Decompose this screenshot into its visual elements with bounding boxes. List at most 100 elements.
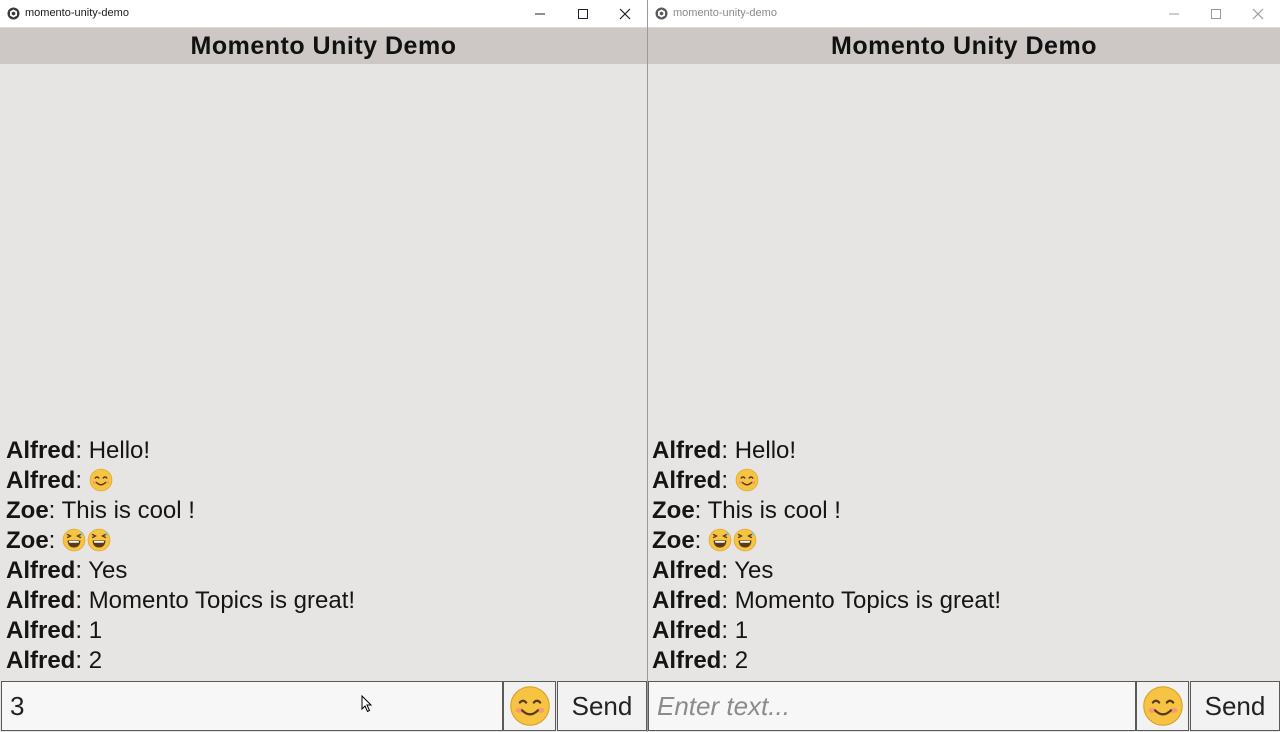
grinning-sweat-face-icon bbox=[87, 528, 111, 552]
smiling-face-icon bbox=[89, 468, 112, 492]
message-author: Zoe bbox=[6, 497, 49, 524]
close-icon bbox=[1252, 8, 1264, 20]
page-title: Momento Unity Demo bbox=[190, 31, 457, 60]
message-text: Momento Topics is great! bbox=[88, 587, 356, 614]
message-author: Alfred bbox=[652, 647, 722, 674]
app-window-left: momento-unity-demo Momento Unity Demo Al… bbox=[0, 0, 647, 732]
message-separator: : bbox=[694, 527, 709, 554]
close-button[interactable] bbox=[1237, 0, 1279, 28]
smiling-face-icon bbox=[1142, 686, 1183, 726]
window-title: momento-unity-demo bbox=[673, 7, 777, 19]
chat-message: Alfred: 1 bbox=[6, 616, 647, 646]
message-text: 2 bbox=[734, 647, 749, 674]
message-separator: : bbox=[48, 527, 63, 554]
message-text: Yes bbox=[734, 557, 774, 584]
message-author: Alfred bbox=[6, 437, 76, 464]
message-author: Alfred bbox=[6, 557, 76, 584]
title-bar[interactable]: momento-unity-demo bbox=[648, 0, 1280, 28]
emoji-picker-button[interactable] bbox=[503, 681, 556, 731]
chat-message: Alfred: Hello! bbox=[6, 436, 647, 466]
message-separator: : bbox=[721, 467, 735, 494]
maximize-button[interactable] bbox=[562, 0, 604, 28]
message-author: Alfred bbox=[6, 587, 76, 614]
grinning-sweat-face-icon bbox=[62, 528, 86, 552]
message-author: Zoe bbox=[652, 497, 695, 524]
minimize-icon bbox=[535, 13, 545, 15]
title-bar[interactable]: momento-unity-demo bbox=[0, 0, 647, 28]
message-separator: : bbox=[75, 647, 89, 674]
message-text: This is cool ! bbox=[61, 497, 195, 524]
message-author: Alfred bbox=[6, 647, 76, 674]
chat-message: Zoe: This is cool ! bbox=[6, 496, 647, 526]
page-title: Momento Unity Demo bbox=[831, 31, 1097, 60]
chat-log: Alfred: Hello! Alfred: Zoe: This is cool … bbox=[6, 436, 647, 676]
chat-message: Alfred: Yes bbox=[6, 556, 647, 586]
message-text: Hello! bbox=[734, 437, 797, 464]
smiling-face-icon bbox=[509, 686, 550, 726]
minimize-button[interactable] bbox=[1153, 0, 1195, 28]
message-separator: : bbox=[721, 617, 735, 644]
message-input[interactable] bbox=[1, 681, 503, 731]
message-author: Alfred bbox=[652, 557, 722, 584]
chat-message: Zoe: bbox=[652, 526, 1280, 556]
message-separator: : bbox=[75, 467, 89, 494]
message-author: Alfred bbox=[652, 587, 722, 614]
message-separator: : bbox=[75, 617, 89, 644]
message-separator: : bbox=[721, 647, 735, 674]
maximize-button[interactable] bbox=[1195, 0, 1237, 28]
message-author: Alfred bbox=[652, 617, 722, 644]
message-separator: : bbox=[75, 557, 89, 584]
app-window-right: momento-unity-demo Momento Unity Demo Al… bbox=[648, 0, 1280, 732]
chat-message: Alfred: Yes bbox=[652, 556, 1280, 586]
compose-bar: Send bbox=[648, 680, 1280, 732]
message-text: This is cool ! bbox=[707, 497, 841, 524]
message-separator: : bbox=[75, 587, 89, 614]
close-button[interactable] bbox=[604, 0, 646, 28]
message-text: Momento Topics is great! bbox=[734, 587, 1002, 614]
chat-message: Zoe: bbox=[6, 526, 647, 556]
message-text: 1 bbox=[88, 617, 103, 644]
message-author: Alfred bbox=[652, 437, 722, 464]
message-text: 2 bbox=[88, 647, 103, 674]
smiling-face-icon bbox=[735, 468, 758, 492]
app-header: Momento Unity Demo bbox=[0, 28, 647, 64]
message-author: Zoe bbox=[652, 527, 695, 554]
message-separator: : bbox=[75, 437, 89, 464]
send-button[interactable]: Send bbox=[557, 681, 647, 731]
chat-message: Zoe: This is cool ! bbox=[652, 496, 1280, 526]
compose-bar: Send bbox=[0, 680, 647, 732]
chat-message: Alfred: 2 bbox=[6, 646, 647, 676]
grinning-sweat-face-icon bbox=[733, 528, 757, 552]
chat-log: Alfred: Hello! Alfred: Zoe: This is cool … bbox=[652, 436, 1280, 676]
chat-message: Alfred: Hello! bbox=[652, 436, 1280, 466]
unity-app-icon bbox=[7, 7, 20, 20]
message-text: 1 bbox=[734, 617, 749, 644]
maximize-icon bbox=[1211, 9, 1221, 19]
message-text: Yes bbox=[88, 557, 128, 584]
chat-message: Alfred: bbox=[6, 466, 647, 496]
app-header: Momento Unity Demo bbox=[648, 28, 1280, 64]
message-input[interactable] bbox=[648, 681, 1136, 731]
minimize-button[interactable] bbox=[519, 0, 561, 28]
chat-message: Alfred: bbox=[652, 466, 1280, 496]
chat-message: Alfred: Momento Topics is great! bbox=[652, 586, 1280, 616]
send-button[interactable]: Send bbox=[1190, 681, 1280, 731]
chat-message: Alfred: 1 bbox=[652, 616, 1280, 646]
message-author: Alfred bbox=[6, 467, 76, 494]
message-author: Zoe bbox=[6, 527, 49, 554]
close-icon bbox=[619, 8, 631, 20]
message-separator: : bbox=[721, 587, 735, 614]
message-author: Alfred bbox=[652, 467, 722, 494]
minimize-icon bbox=[1169, 13, 1179, 15]
message-text: Hello! bbox=[88, 437, 151, 464]
message-author: Alfred bbox=[6, 617, 76, 644]
mouse-cursor-icon bbox=[361, 695, 373, 713]
message-separator: : bbox=[721, 437, 735, 464]
chat-message: Alfred: 2 bbox=[652, 646, 1280, 676]
unity-app-icon bbox=[655, 7, 668, 20]
maximize-icon bbox=[578, 9, 588, 19]
chat-message: Alfred: Momento Topics is great! bbox=[6, 586, 647, 616]
emoji-picker-button[interactable] bbox=[1136, 681, 1189, 731]
message-separator: : bbox=[721, 557, 735, 584]
message-separator: : bbox=[48, 497, 62, 524]
